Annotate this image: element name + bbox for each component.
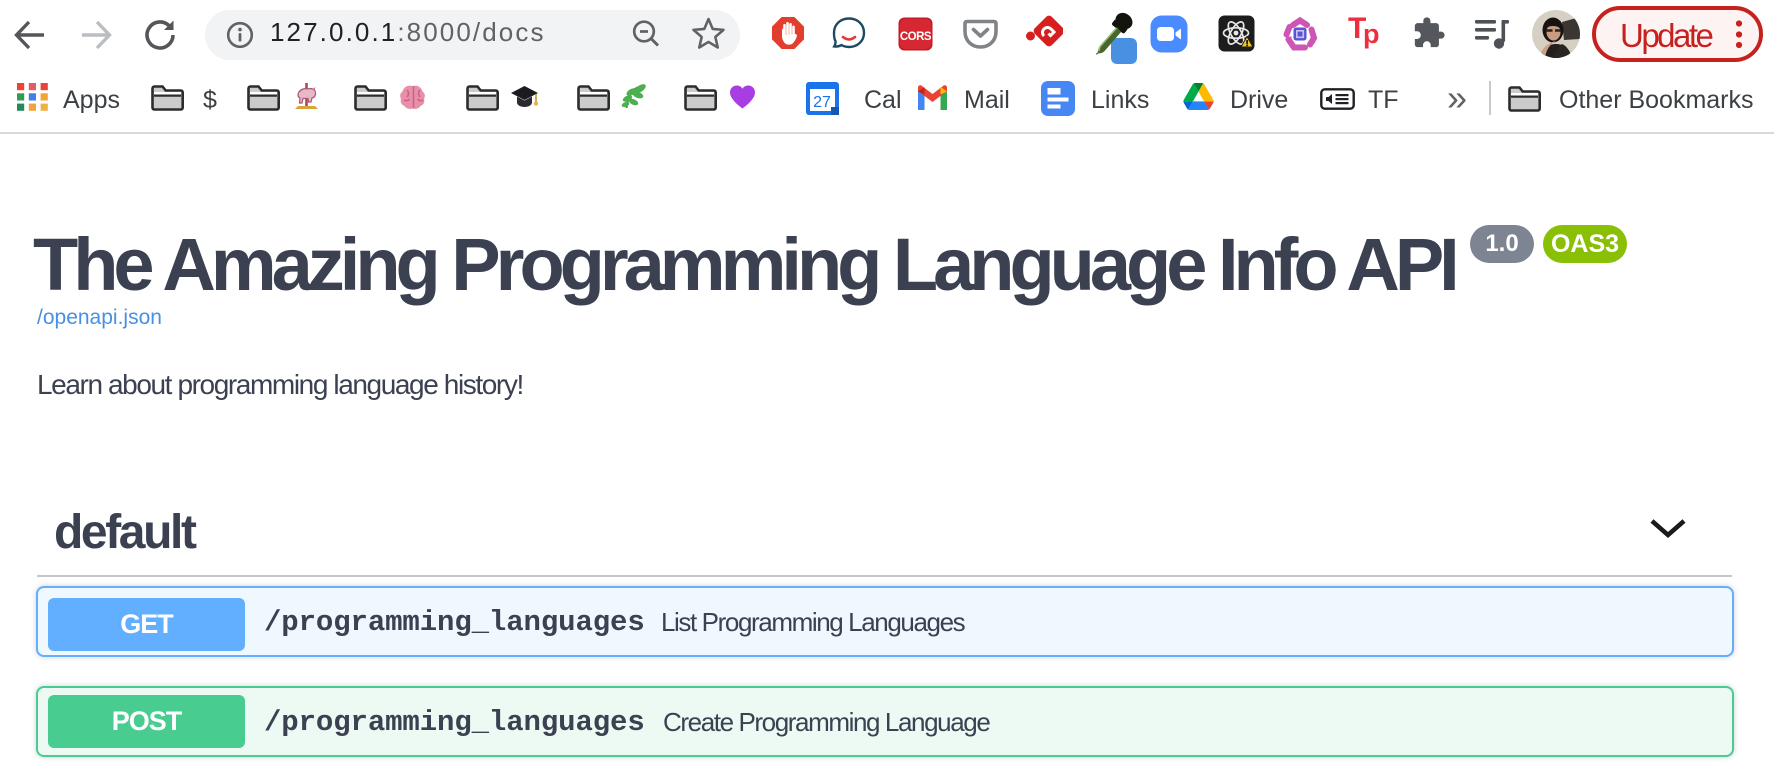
svg-text:27: 27	[813, 94, 831, 111]
svg-text:CORS: CORS	[900, 31, 932, 43]
